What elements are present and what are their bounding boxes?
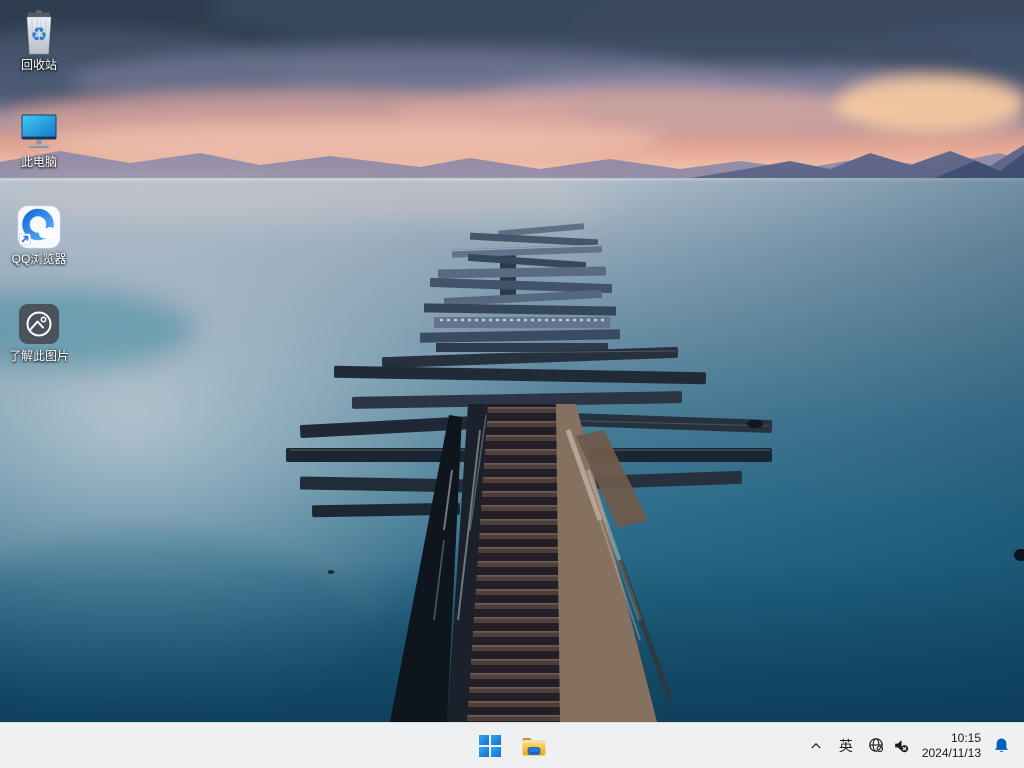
tray-time: 10:15: [951, 731, 981, 746]
desktop-area[interactable]: ♻ 回收站: [0, 0, 1024, 722]
folder-icon: [521, 735, 547, 757]
system-tray: 英 10:15 2024/11/13: [801, 723, 1024, 768]
desktop-icon-label: QQ浏览器: [12, 253, 67, 266]
desktop-icon-label: 回收站: [21, 59, 57, 72]
start-button[interactable]: [470, 726, 510, 766]
qq-browser-icon: [15, 203, 63, 251]
tray-date: 2024/11/13: [922, 746, 981, 761]
desktop-icon-label: 此电脑: [21, 156, 57, 169]
file-explorer-button[interactable]: [514, 726, 554, 766]
this-pc-monitor-icon: [15, 106, 63, 154]
desktop-icon-label: 了解此图片: [9, 350, 69, 363]
svg-text:♻: ♻: [30, 24, 47, 46]
volume-muted-icon: [892, 737, 909, 754]
desktop-icon-qq-browser[interactable]: QQ浏览器: [1, 194, 77, 291]
taskbar-center-icons: [470, 723, 554, 768]
desktop-icon-recycle-bin[interactable]: ♻ 回收站: [1, 0, 77, 97]
desktop-icon-this-pc[interactable]: 此电脑: [1, 97, 77, 194]
recycle-bin-icon: ♻: [15, 9, 63, 57]
windows-logo-icon: [478, 734, 502, 758]
chevron-up-icon: [809, 739, 823, 753]
desktop-icon-list: ♻ 回收站: [1, 0, 77, 388]
notification-bell-button[interactable]: [986, 726, 1016, 766]
photo-info-icon: [15, 300, 63, 348]
ime-language-button[interactable]: 英: [831, 726, 861, 766]
taskbar: 英 10:15 2024/11/13: [0, 722, 1024, 768]
tray-hidden-icons-chevron-button[interactable]: [801, 726, 831, 766]
notification-bell-icon: [993, 737, 1010, 754]
windows-desktop-screen: ♻ 回收站: [0, 0, 1024, 768]
desktop-icon-learn-about-picture[interactable]: 了解此图片: [1, 291, 77, 388]
network-volume-button[interactable]: [861, 726, 917, 766]
wallpaper-image: [0, 0, 1024, 722]
network-globe-no-internet-icon: [868, 737, 885, 754]
clock-button[interactable]: 10:15 2024/11/13: [917, 726, 986, 766]
